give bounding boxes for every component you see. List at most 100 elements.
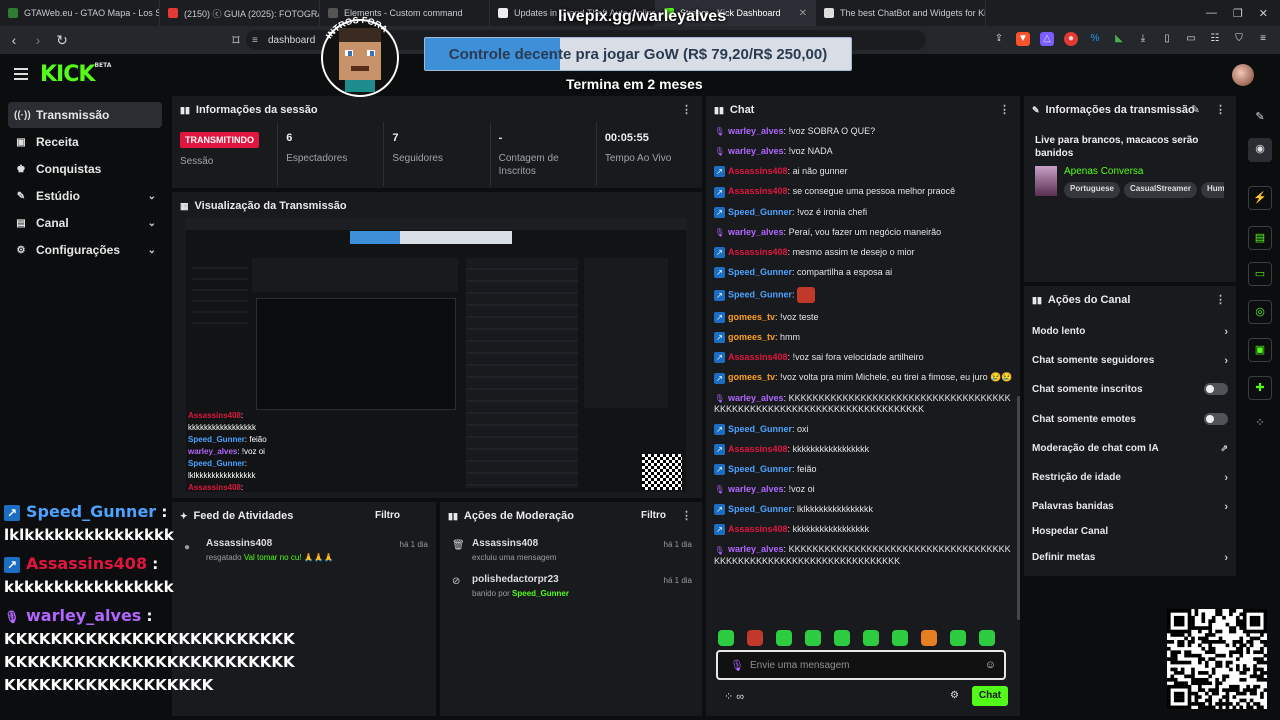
emote-icon[interactable] <box>892 630 908 646</box>
channel-action-1[interactable]: Chat somente seguidores › <box>1032 355 1228 367</box>
chat-message[interactable]: ↗ gomees_tv: hmm <box>714 332 1014 344</box>
tab-close-icon[interactable]: ✕ <box>791 8 807 19</box>
sidebar-item-2[interactable]: ♚ Conquistas <box>8 156 162 182</box>
chat-username[interactable]: Assassins408 <box>728 524 788 534</box>
extension-blue-icon[interactable]: % <box>1088 32 1102 46</box>
chat-message[interactable]: 🎙 warley_alves: !voz NADA <box>714 146 1014 157</box>
download-icon[interactable]: ⤓ <box>1136 32 1150 46</box>
back-icon[interactable]: ‹ <box>4 32 24 48</box>
close-window-icon[interactable]: ✕ <box>1259 7 1268 20</box>
reload-icon[interactable]: ↻ <box>52 32 72 49</box>
mic-icon[interactable]: 🎙 <box>730 659 744 672</box>
chat-username[interactable]: Speed_Gunner <box>728 207 792 217</box>
channel-action-6[interactable]: Palavras banidas › <box>1032 501 1228 513</box>
brave-shield-icon[interactable]: ▼ <box>1016 32 1030 46</box>
filter-button[interactable]: Filtro <box>375 510 400 521</box>
emote-icon[interactable] <box>863 630 879 646</box>
channel-action-7[interactable]: Hospedar Canal <box>1032 526 1222 537</box>
sidebar-item-3[interactable]: ✎ Estúdio ⌄ <box>8 183 162 209</box>
minimize-icon[interactable]: — <box>1206 7 1217 20</box>
chat-username[interactable]: Assassins408 <box>728 186 788 196</box>
chat-message[interactable]: ↗ Speed_Gunner: !voz é ironia chefi <box>714 207 1014 218</box>
chat-username[interactable]: gomees_tv <box>728 332 775 342</box>
channel-action-8[interactable]: Definir metas › <box>1032 552 1228 564</box>
chat-message[interactable]: 🎙 warley_alves: KKKKKKKKKKKKKKKKKKKKKKKKK… <box>714 393 1014 415</box>
stream-preview-video[interactable]: Assassins408: kkkkkkkkkkkkkkkkk Speed_Gun… <box>186 218 686 492</box>
panel-menu-icon[interactable]: ⋮ <box>1215 103 1226 116</box>
chat-message[interactable]: ↗ Speed_Gunner: oxi <box>714 424 1014 435</box>
emote-icon[interactable] <box>950 630 966 646</box>
channel-action-2[interactable]: Chat somente inscritos <box>1032 383 1228 395</box>
emote-icon[interactable] <box>834 630 850 646</box>
chat-username[interactable]: warley_alves <box>728 126 784 136</box>
site-info-icon[interactable]: ≡ <box>252 35 258 46</box>
chat-message[interactable]: 🎙 warley_alves: !voz SOBRA O QUE? <box>714 126 1014 137</box>
lightning-icon[interactable]: ⚡ <box>1248 186 1272 210</box>
chat-bubble-icon[interactable]: ▭ <box>1248 262 1272 286</box>
extension-red-icon[interactable]: ● <box>1064 32 1078 46</box>
translate-icon[interactable]: ☷ <box>1208 32 1222 46</box>
chat-username[interactable]: warley_alves <box>728 227 784 237</box>
sidebar-item-5[interactable]: ⚙ Configurações ⌄ <box>8 237 162 263</box>
chat-settings-icon[interactable]: ⚙ <box>950 690 959 701</box>
chat-username[interactable]: warley_alves <box>728 146 784 156</box>
camera-icon[interactable]: ◉ <box>1248 138 1272 162</box>
chat-message[interactable]: ↗ Speed_Gunner: lklkkkkkkkkkkkkkkk <box>714 504 1014 516</box>
sidebar-item-1[interactable]: ▣ Receita <box>8 129 162 155</box>
emote-icon[interactable] <box>718 630 734 646</box>
emote-icon[interactable] <box>921 630 937 646</box>
notes-icon[interactable]: ▤ <box>1248 226 1272 250</box>
chat-message[interactable]: ↗ Assassins408: mesmo assim te desejo o m… <box>714 247 1014 258</box>
chat-username[interactable]: Speed_Gunner <box>728 464 792 474</box>
chat-username[interactable]: Speed_Gunner <box>728 504 792 514</box>
chat-message[interactable]: ↗ gomees_tv: !voz teste <box>714 312 1014 324</box>
browser-tab[interactable]: GTAWeb.eu - GTAO Mapa - Los Santos <box>0 0 160 26</box>
browser-tab[interactable]: (2150) ⓒ GUIA (2025): FOTOGRAFAR <box>160 0 320 26</box>
toggle-switch[interactable] <box>1204 383 1228 395</box>
chat-message[interactable]: ↗ Speed_Gunner: feião <box>714 464 1014 475</box>
chat-scrollbar[interactable] <box>1017 396 1020 620</box>
chat-message[interactable]: 🎙 warley_alves: Peraí, vou fazer um negóc… <box>714 227 1014 238</box>
chat-message[interactable]: 🎙 warley_alves: KKKKKKKKKKKKKKKKKKKKKKKKK… <box>714 544 1014 566</box>
chat-message[interactable]: ↗ Speed_Gunner: compartilha a esposa ai <box>714 267 1014 278</box>
emote-icon[interactable] <box>805 630 821 646</box>
chat-send-button[interactable]: Chat <box>972 686 1008 706</box>
rewards-icon[interactable]: △ <box>1040 32 1054 46</box>
channel-action-4[interactable]: Moderação de chat com IA ⇗ <box>1032 443 1228 454</box>
channel-action-0[interactable]: Modo lento › <box>1032 326 1228 338</box>
chat-message[interactable]: 🎙 warley_alves: !voz oi <box>714 484 1014 495</box>
dots-icon[interactable]: ⁘ <box>1248 412 1272 436</box>
edit-icon[interactable]: ✎ <box>1248 106 1272 130</box>
chat-username[interactable]: Assassins408 <box>728 444 788 454</box>
chat-username[interactable]: Speed_Gunner <box>728 424 792 434</box>
chat-username[interactable]: warley_alves <box>728 393 784 403</box>
forward-icon[interactable]: › <box>28 32 48 48</box>
chat-username[interactable]: gomees_tv <box>728 312 775 322</box>
chat-input[interactable]: 🎙 Envie uma mensagem ☺ <box>716 650 1006 680</box>
chat-username[interactable]: gomees_tv <box>728 372 775 382</box>
emoji-icon[interactable]: ☺ <box>985 659 996 671</box>
chat-username[interactable]: Assassins408 <box>728 166 788 176</box>
bookmark-icon[interactable]: ⌑ <box>226 32 246 49</box>
emote-icon[interactable] <box>776 630 792 646</box>
emote-icon[interactable] <box>979 630 995 646</box>
channel-action-5[interactable]: Restrição de idade › <box>1032 472 1228 484</box>
wrench-icon[interactable]: ✚ <box>1248 376 1272 400</box>
stream-tag[interactable]: Portuguese <box>1064 182 1121 198</box>
share-icon[interactable]: ⇪ <box>992 32 1006 46</box>
chat-message[interactable]: ↗ Assassins408: !voz sai fora velocidade … <box>714 352 1014 364</box>
panel-menu-icon[interactable]: ⋮ <box>999 103 1010 116</box>
chat-username[interactable]: Speed_Gunner <box>728 267 792 277</box>
hamburger-menu-icon[interactable] <box>14 68 28 83</box>
chat-message[interactable]: ↗ Assassins408: kkkkkkkkkkkkkkkkk <box>714 524 1014 536</box>
emote-icon[interactable] <box>747 630 763 646</box>
stream-tag[interactable]: CasualStreamer <box>1124 182 1197 198</box>
maximize-icon[interactable]: ❐ <box>1233 7 1243 20</box>
chat-message[interactable]: ↗ gomees_tv: !voz volta pra mim Michele, … <box>714 372 1014 384</box>
chat-username[interactable]: Assassins408 <box>728 352 788 362</box>
panel-menu-icon[interactable]: ⋮ <box>681 509 692 522</box>
panel-menu-icon[interactable]: ⋮ <box>1215 293 1226 306</box>
chat-message[interactable]: ↗ Assassins408: kkkkkkkkkkkkkkkkk <box>714 444 1014 455</box>
sidebar-item-0[interactable]: ((·)) Transmissão <box>8 102 162 128</box>
sidebar-item-4[interactable]: ▤ Canal ⌄ <box>8 210 162 236</box>
